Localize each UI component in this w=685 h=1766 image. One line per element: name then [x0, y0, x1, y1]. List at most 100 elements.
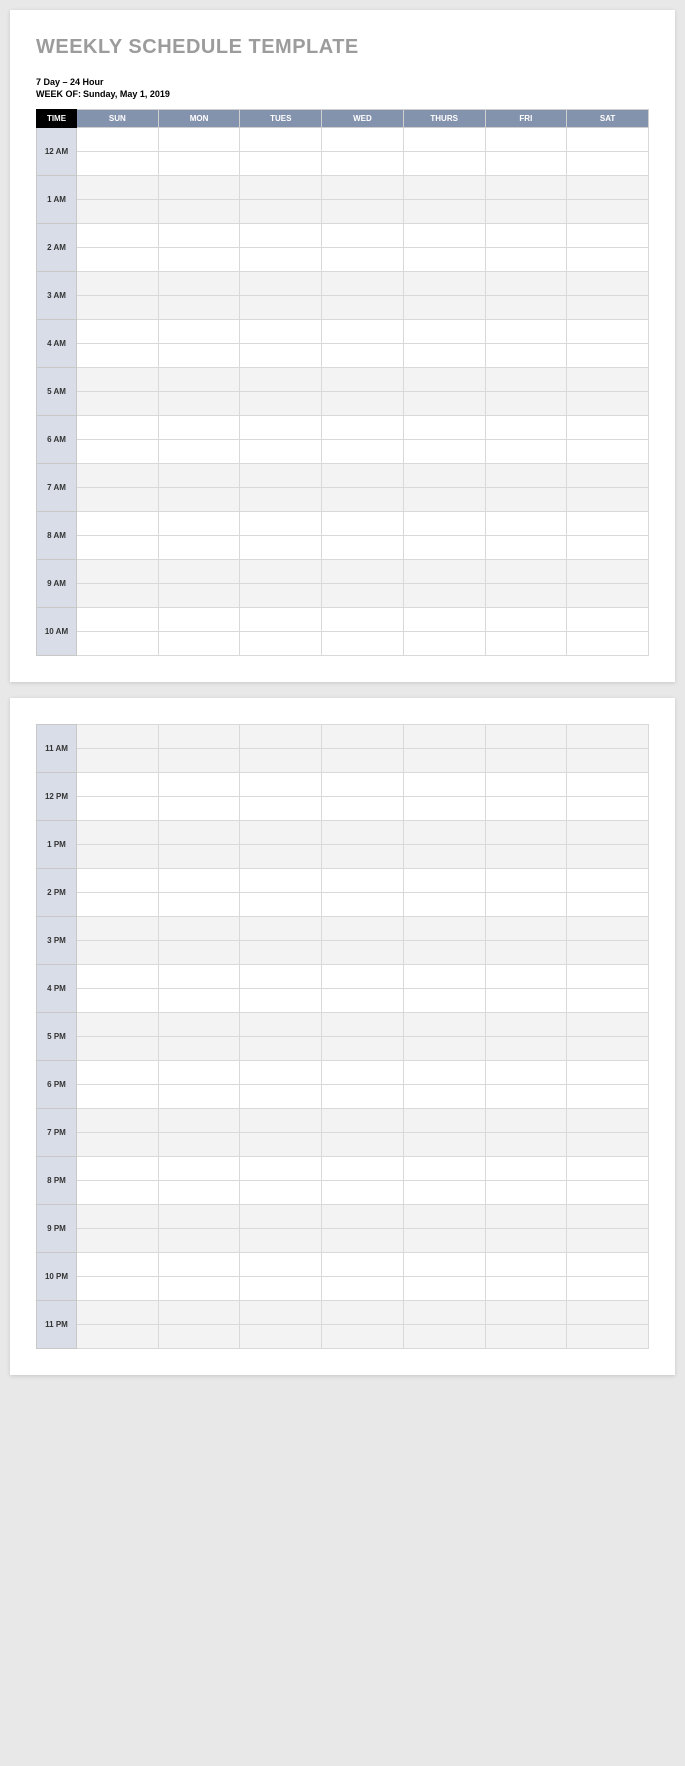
schedule-cell[interactable]: [77, 1085, 159, 1109]
schedule-cell[interactable]: [240, 632, 322, 656]
schedule-cell[interactable]: [403, 320, 485, 344]
schedule-cell[interactable]: [158, 560, 240, 584]
schedule-cell[interactable]: [240, 368, 322, 392]
schedule-cell[interactable]: [322, 749, 404, 773]
schedule-cell[interactable]: [567, 869, 649, 893]
schedule-cell[interactable]: [158, 368, 240, 392]
schedule-cell[interactable]: [322, 725, 404, 749]
schedule-cell[interactable]: [158, 1325, 240, 1349]
schedule-cell[interactable]: [158, 464, 240, 488]
schedule-cell[interactable]: [403, 821, 485, 845]
schedule-cell[interactable]: [567, 464, 649, 488]
schedule-cell[interactable]: [322, 1157, 404, 1181]
schedule-cell[interactable]: [77, 1229, 159, 1253]
schedule-cell[interactable]: [158, 152, 240, 176]
schedule-cell[interactable]: [322, 200, 404, 224]
schedule-cell[interactable]: [158, 917, 240, 941]
schedule-cell[interactable]: [158, 1205, 240, 1229]
schedule-cell[interactable]: [485, 989, 567, 1013]
schedule-cell[interactable]: [403, 248, 485, 272]
schedule-cell[interactable]: [322, 1037, 404, 1061]
schedule-cell[interactable]: [322, 1229, 404, 1253]
schedule-cell[interactable]: [485, 725, 567, 749]
schedule-cell[interactable]: [158, 1253, 240, 1277]
schedule-cell[interactable]: [158, 176, 240, 200]
schedule-cell[interactable]: [77, 272, 159, 296]
schedule-cell[interactable]: [240, 1085, 322, 1109]
schedule-cell[interactable]: [158, 536, 240, 560]
schedule-cell[interactable]: [567, 989, 649, 1013]
schedule-cell[interactable]: [240, 797, 322, 821]
schedule-cell[interactable]: [158, 965, 240, 989]
schedule-cell[interactable]: [403, 440, 485, 464]
schedule-cell[interactable]: [240, 248, 322, 272]
schedule-cell[interactable]: [77, 965, 159, 989]
schedule-cell[interactable]: [485, 1037, 567, 1061]
schedule-cell[interactable]: [158, 128, 240, 152]
schedule-cell[interactable]: [485, 1277, 567, 1301]
schedule-cell[interactable]: [322, 1277, 404, 1301]
schedule-cell[interactable]: [77, 1013, 159, 1037]
schedule-cell[interactable]: [77, 368, 159, 392]
schedule-cell[interactable]: [77, 200, 159, 224]
schedule-cell[interactable]: [77, 1325, 159, 1349]
schedule-cell[interactable]: [485, 320, 567, 344]
schedule-cell[interactable]: [485, 965, 567, 989]
schedule-cell[interactable]: [322, 941, 404, 965]
schedule-cell[interactable]: [77, 1253, 159, 1277]
schedule-cell[interactable]: [485, 440, 567, 464]
schedule-cell[interactable]: [158, 1181, 240, 1205]
schedule-cell[interactable]: [567, 845, 649, 869]
schedule-cell[interactable]: [240, 821, 322, 845]
schedule-cell[interactable]: [567, 584, 649, 608]
schedule-cell[interactable]: [485, 1085, 567, 1109]
schedule-cell[interactable]: [403, 1253, 485, 1277]
schedule-cell[interactable]: [77, 536, 159, 560]
schedule-cell[interactable]: [567, 1109, 649, 1133]
schedule-cell[interactable]: [485, 1229, 567, 1253]
schedule-cell[interactable]: [567, 368, 649, 392]
schedule-cell[interactable]: [77, 416, 159, 440]
schedule-cell[interactable]: [322, 224, 404, 248]
schedule-cell[interactable]: [240, 320, 322, 344]
schedule-cell[interactable]: [77, 1133, 159, 1157]
schedule-cell[interactable]: [158, 1013, 240, 1037]
schedule-cell[interactable]: [485, 128, 567, 152]
schedule-cell[interactable]: [322, 392, 404, 416]
schedule-cell[interactable]: [240, 1109, 322, 1133]
schedule-cell[interactable]: [240, 1181, 322, 1205]
schedule-cell[interactable]: [77, 1301, 159, 1325]
schedule-cell[interactable]: [567, 1037, 649, 1061]
schedule-cell[interactable]: [322, 344, 404, 368]
schedule-cell[interactable]: [322, 488, 404, 512]
schedule-cell[interactable]: [403, 725, 485, 749]
schedule-cell[interactable]: [403, 1301, 485, 1325]
schedule-cell[interactable]: [240, 917, 322, 941]
schedule-cell[interactable]: [403, 200, 485, 224]
schedule-cell[interactable]: [322, 560, 404, 584]
schedule-cell[interactable]: [403, 224, 485, 248]
schedule-cell[interactable]: [240, 560, 322, 584]
schedule-cell[interactable]: [158, 1133, 240, 1157]
schedule-cell[interactable]: [485, 488, 567, 512]
schedule-cell[interactable]: [240, 845, 322, 869]
schedule-cell[interactable]: [485, 1325, 567, 1349]
schedule-cell[interactable]: [403, 797, 485, 821]
schedule-cell[interactable]: [485, 344, 567, 368]
schedule-cell[interactable]: [77, 725, 159, 749]
schedule-cell[interactable]: [322, 965, 404, 989]
schedule-cell[interactable]: [240, 941, 322, 965]
schedule-cell[interactable]: [322, 512, 404, 536]
schedule-cell[interactable]: [567, 749, 649, 773]
schedule-cell[interactable]: [158, 440, 240, 464]
schedule-cell[interactable]: [485, 1133, 567, 1157]
schedule-cell[interactable]: [485, 512, 567, 536]
schedule-cell[interactable]: [403, 1061, 485, 1085]
schedule-cell[interactable]: [567, 1157, 649, 1181]
schedule-cell[interactable]: [403, 989, 485, 1013]
schedule-cell[interactable]: [77, 869, 159, 893]
schedule-cell[interactable]: [322, 1301, 404, 1325]
schedule-cell[interactable]: [403, 488, 485, 512]
schedule-cell[interactable]: [77, 440, 159, 464]
schedule-cell[interactable]: [485, 368, 567, 392]
